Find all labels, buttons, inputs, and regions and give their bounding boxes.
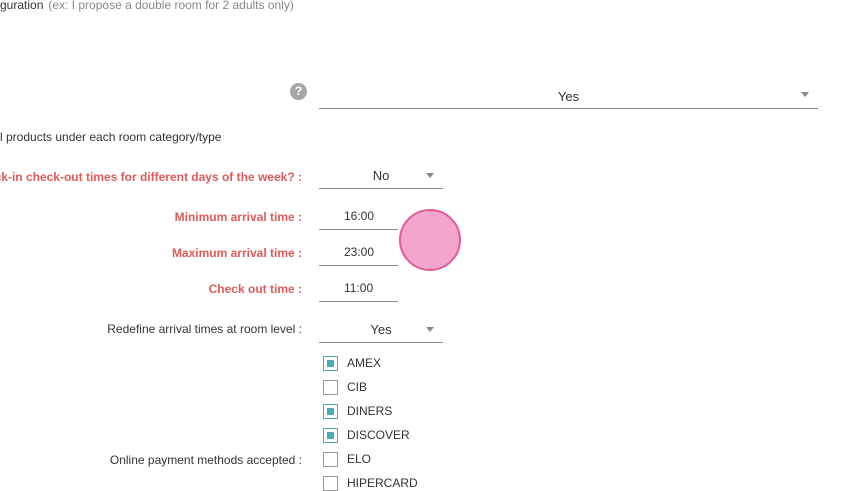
redefine-select[interactable]: Yes <box>319 322 443 343</box>
payment-method-label: AMEX <box>347 356 382 370</box>
min-arrival-value: 16:00 <box>344 209 375 223</box>
weekday-times-label: eck-in check-out times for different day… <box>0 170 302 184</box>
room-configuration-hint: (ex: I propose a double room for 2 adult… <box>48 0 294 12</box>
min-arrival-input[interactable]: 16:00 <box>319 209 398 230</box>
max-arrival-value: 23:00 <box>344 245 375 259</box>
checkbox-discover[interactable] <box>323 428 338 443</box>
redefine-label: Redefine arrival times at room level : <box>107 322 302 336</box>
max-arrival-input[interactable]: 23:00 <box>319 245 398 266</box>
chevron-down-icon <box>801 92 809 97</box>
room-configuration-title: guration <box>0 0 44 12</box>
checkout-label: Check out time : <box>208 282 302 296</box>
products-select-value: Yes <box>557 89 580 104</box>
help-icon[interactable]: ? <box>290 83 307 100</box>
weekday-times-select[interactable]: No <box>319 168 443 189</box>
payment-methods-label: Online payment methods accepted : <box>109 453 302 467</box>
products-label: l products under each room category/type <box>0 130 222 144</box>
checkbox-hipercard[interactable] <box>323 476 338 491</box>
max-arrival-label: Maximum arrival time : <box>171 246 302 260</box>
room-configuration-label: guration (ex: I propose a double room for… <box>0 0 294 12</box>
checkbox-amex[interactable] <box>323 356 338 371</box>
payment-method-label: DISCOVER <box>347 428 410 442</box>
weekday-times-value: No <box>372 168 390 183</box>
payment-method-label: HIPERCARD <box>347 476 418 490</box>
chevron-down-icon <box>426 173 434 178</box>
checkbox-elo[interactable] <box>323 452 338 467</box>
payment-method-label: CIB <box>347 380 368 394</box>
touch-indicator <box>399 209 461 271</box>
payment-method-label: ELO <box>347 452 372 466</box>
min-arrival-label: Minimum arrival time : <box>174 210 302 224</box>
checkbox-cib[interactable] <box>323 380 338 395</box>
redefine-value: Yes <box>370 322 392 337</box>
checkout-input[interactable]: 11:00 <box>319 281 398 302</box>
chevron-down-icon <box>426 327 434 332</box>
products-select[interactable]: Yes <box>319 87 818 109</box>
checkout-value: 11:00 <box>344 281 374 295</box>
checkbox-diners[interactable] <box>323 404 338 419</box>
payment-method-label: DINERS <box>347 404 393 418</box>
